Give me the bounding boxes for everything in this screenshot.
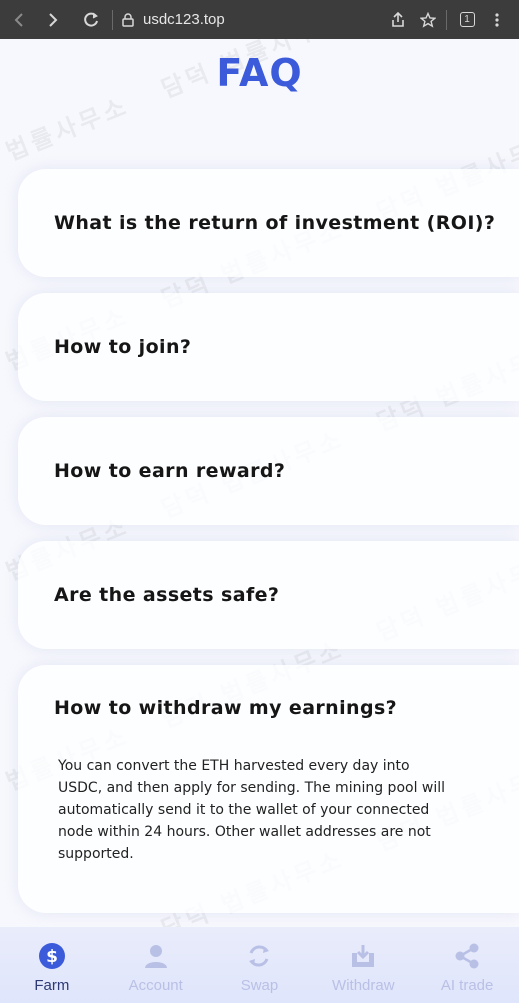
faq-item[interactable]: How to earn reward?: [18, 417, 519, 525]
back-icon[interactable]: [6, 7, 32, 33]
reload-icon[interactable]: [78, 7, 104, 33]
toolbar-divider: [112, 9, 113, 30]
more-menu-icon[interactable]: [485, 8, 509, 32]
faq-question: How to withdraw my earnings?: [54, 697, 398, 719]
browser-toolbar: usdc123.top 1: [0, 0, 519, 39]
faq-item[interactable]: How to join?: [18, 293, 519, 401]
withdraw-icon: [348, 941, 378, 971]
nav-account[interactable]: Account: [104, 927, 208, 1003]
faq-answer: You can convert the ETH harvested every …: [58, 758, 446, 862]
lock-icon[interactable]: [121, 12, 135, 27]
svg-text:$: $: [46, 947, 58, 967]
faq-question: Are the assets safe?: [54, 584, 280, 606]
nav-withdraw[interactable]: Withdraw: [311, 927, 415, 1003]
bookmark-star-icon[interactable]: [416, 8, 440, 32]
user-icon: [141, 941, 171, 971]
address-bar[interactable]: usdc123.top: [143, 11, 386, 28]
faq-page: 담덕 법률사무소 담덕 법률사무소 담덕 법률사무소 담덕 법률사무소 담덕 법…: [0, 39, 519, 927]
nav-label: Swap: [240, 977, 279, 994]
faq-question: How to join?: [54, 336, 192, 358]
bottom-nav: $ Farm Account Swap Withdraw AI trade: [0, 927, 519, 1003]
nav-label: Account: [128, 977, 183, 994]
swap-icon: [244, 941, 274, 971]
tab-switcher[interactable]: 1: [455, 8, 479, 32]
nav-swap[interactable]: Swap: [208, 927, 312, 1003]
share-icon: [452, 941, 482, 971]
tab-count: 1: [459, 12, 475, 27]
nav-label: Farm: [34, 977, 70, 994]
faq-item[interactable]: Are the assets safe?: [18, 541, 519, 649]
nav-farm[interactable]: $ Farm: [0, 927, 104, 1003]
nav-label: Withdraw: [332, 977, 395, 994]
faq-question: How to earn reward?: [54, 460, 286, 482]
dollar-circle-icon: $: [37, 941, 67, 971]
faq-question: What is the return of investment (ROI)?: [54, 212, 496, 234]
forward-icon[interactable]: [40, 7, 66, 33]
faq-item[interactable]: What is the return of investment (ROI)?: [18, 169, 519, 277]
nav-ai-trade[interactable]: AI trade: [415, 927, 519, 1003]
share-page-icon[interactable]: [386, 8, 410, 32]
toolbar-divider: [446, 9, 447, 30]
faq-item-expanded[interactable]: How to withdraw my earnings? You can con…: [18, 665, 519, 913]
nav-label: AI trade: [440, 977, 494, 994]
page-title: FAQ: [216, 51, 303, 95]
